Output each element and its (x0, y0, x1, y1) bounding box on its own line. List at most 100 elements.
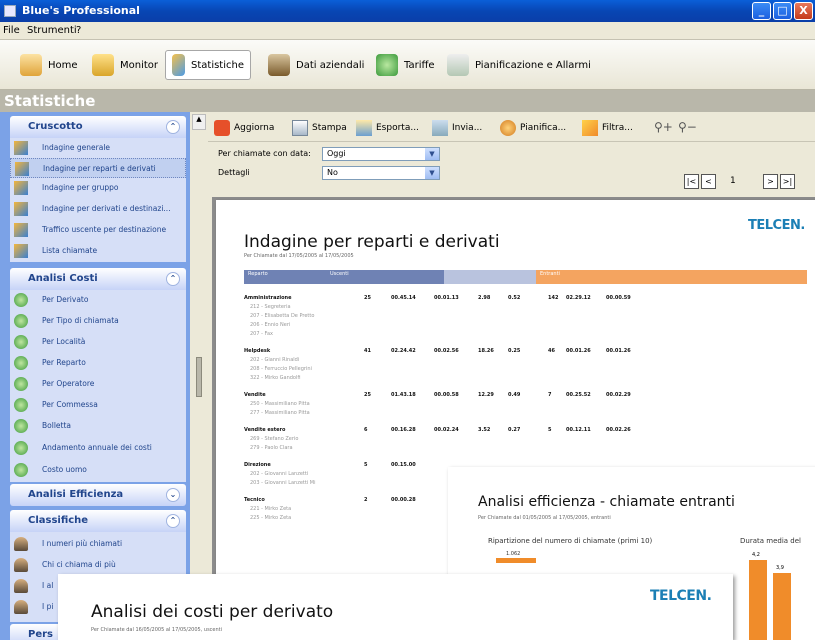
add-filter-icon[interactable]: ⚲+ (654, 120, 673, 134)
group-duration: 00.16.28 (391, 427, 416, 433)
col-reparto: Reparto (248, 271, 268, 277)
tariff-icon (376, 54, 398, 76)
col-uscenti: Uscenti (330, 271, 349, 277)
table-row: 322 - Mirko Gandolfi (250, 375, 301, 381)
panel-classifiche-header[interactable]: Classifiche ⌃ (10, 510, 186, 532)
esporta-button[interactable]: Esporta... (356, 119, 419, 137)
sidebar-item-per-localita[interactable]: Per Località (10, 332, 186, 352)
filter-chiamate-select[interactable]: Oggi ▼ (322, 147, 440, 161)
stampa-label: Stampa (312, 123, 347, 133)
filter-dettagli-select[interactable]: No ▼ (322, 166, 440, 180)
person-icon (14, 579, 28, 593)
table-row: 277 - Massimiliano Pitta (250, 410, 310, 416)
table-header-entranti: Entranti (536, 270, 807, 284)
group-name: Direzione (244, 462, 271, 468)
chart-bar (773, 573, 791, 640)
toolbar-monitor[interactable]: Monitor (86, 50, 164, 80)
sidebar-item-indagine-generale[interactable]: Indagine generale (10, 138, 186, 158)
group-duration: 00.45.14 (391, 295, 416, 301)
next-page-button[interactable]: > (763, 174, 778, 189)
window-title: Blue's Professional (22, 4, 140, 17)
group-in-duration: 00.01.26 (566, 348, 591, 354)
menu-file[interactable]: File (3, 25, 20, 36)
group-name: Helpdesk (244, 348, 271, 354)
group-duration: 00.00.28 (391, 497, 416, 503)
group-in-count: 46 (548, 348, 555, 354)
chevron-down-icon[interactable]: ▼ (425, 148, 439, 160)
group-count: 25 (364, 295, 371, 301)
aggiorna-button[interactable]: Aggiorna (214, 119, 274, 137)
toolbar-home[interactable]: Home (14, 50, 84, 80)
close-button[interactable]: X (794, 2, 813, 20)
sidebar-item-per-commessa[interactable]: Per Commessa (10, 395, 186, 415)
chevron-up-icon[interactable]: ⌃ (166, 120, 180, 134)
toolbar-pianificazione-label: Pianificazione e Allarmi (475, 59, 591, 71)
report3-subtitle: Per Chiamate dal 16/05/2005 al 17/05/200… (91, 627, 223, 633)
chevron-down-icon[interactable]: ⌄ (166, 488, 180, 502)
chevron-up-icon[interactable]: ⌃ (166, 272, 180, 286)
group-name: Tecnico (244, 497, 265, 503)
invia-button[interactable]: Invia... (432, 119, 482, 137)
sidebar-item-numeri-piu-chiamati[interactable]: I numeri più chiamati (10, 534, 186, 554)
sidebar-item-andamento-annuale[interactable]: Andamento annuale dei costi (10, 438, 186, 458)
sidebar-item-chi-ci-chiama[interactable]: Chi ci chiama di più (10, 555, 186, 575)
panel-cruscotto-header[interactable]: Cruscotto ⌃ (10, 116, 186, 138)
report-icon (14, 141, 28, 155)
menu-strumenti[interactable]: Strumenti (27, 25, 77, 36)
chevron-down-icon[interactable]: ▼ (425, 167, 439, 179)
report-icon (15, 162, 29, 176)
person-icon (14, 558, 28, 572)
sidebar-item-per-tipo-chiamata[interactable]: Per Tipo di chiamata (10, 311, 186, 331)
pianifica-button[interactable]: Pianifica... (500, 119, 566, 137)
group-in-avg: 00.02.26 (606, 427, 631, 433)
sidebar-item-per-reparto[interactable]: Per Reparto (10, 353, 186, 373)
sidebar-item-costo-uomo[interactable]: Costo uomo (10, 460, 186, 480)
sidebar-item-indagine-reparti[interactable]: Indagine per reparti e derivati (10, 158, 186, 178)
group-duration: 01.43.18 (391, 392, 416, 398)
table-row: 206 - Ennio Neri (250, 322, 291, 328)
scroll-up-icon[interactable]: ▲ (192, 114, 206, 130)
group-in-count: 142 (548, 295, 559, 301)
maximize-button[interactable]: □ (773, 2, 792, 20)
sidebar-item-indagine-gruppo[interactable]: Indagine per gruppo (10, 178, 186, 198)
group-in-avg: 00.00.59 (606, 295, 631, 301)
remove-filter-icon[interactable]: ⚲− (678, 120, 697, 134)
group-cost: 3.52 (478, 427, 491, 433)
group-avg-cost: 0.49 (508, 392, 521, 398)
panel-analisi-costi-header[interactable]: Analisi Costi ⌃ (10, 268, 186, 290)
panel-analisi-efficienza-header[interactable]: Analisi Efficienza ⌄ (10, 484, 186, 506)
sidebar-item-indagine-derivati[interactable]: Indagine per derivati e destinazi... (10, 199, 186, 219)
menu-help[interactable]: ? (76, 25, 81, 36)
esporta-label: Esporta... (376, 123, 419, 133)
report3-title: Analisi dei costi per derivato (91, 602, 334, 622)
sidebar-item-bolletta[interactable]: Bolletta (10, 416, 186, 436)
group-avg-cost: 0.25 (508, 348, 521, 354)
sidebar-item-lista-chiamate[interactable]: Lista chiamate (10, 241, 186, 261)
report-subtitle: Per Chiamate dal 17/05/2005 al 17/05/200… (244, 253, 354, 259)
stampa-button[interactable]: Stampa (292, 119, 347, 137)
filtra-button[interactable]: Filtra... (582, 119, 633, 137)
toolbar-statistiche[interactable]: Statistiche (165, 50, 251, 80)
menu-bar: File Strumenti ? (0, 22, 815, 40)
group-count: 5 (364, 462, 368, 468)
telcen-logo: TELCEN. (748, 218, 805, 233)
report-title: Indagine per reparti e derivati (244, 232, 500, 252)
toolbar-tariffe[interactable]: Tariffe (370, 50, 441, 80)
sidebar-item-traffico-uscente[interactable]: Traffico uscente per destinazione (10, 220, 186, 240)
toolbar-pianificazione[interactable]: Pianificazione e Allarmi (441, 50, 597, 80)
sidebar-item-per-operatore[interactable]: Per Operatore (10, 374, 186, 394)
sidebar-splitter[interactable]: ▲ (190, 112, 208, 640)
splitter-grip[interactable] (196, 357, 202, 397)
panel-analisi-costi-body: Per Derivato Per Tipo di chiamata Per Lo… (10, 290, 186, 482)
last-page-button[interactable]: >| (780, 174, 795, 189)
toolbar-dati-aziendali[interactable]: Dati aziendali (262, 50, 370, 80)
table-row: 207 - Elisabetta De Pretto (250, 313, 315, 319)
minimize-button[interactable]: _ (752, 2, 771, 20)
chart-left-first-value: 1.062 (506, 551, 521, 557)
chart-bar (749, 560, 767, 640)
first-page-button[interactable]: |< (684, 174, 699, 189)
chevron-up-icon[interactable]: ⌃ (166, 514, 180, 528)
group-cost: 18.26 (478, 348, 494, 354)
prev-page-button[interactable]: < (701, 174, 716, 189)
sidebar-item-per-derivato[interactable]: Per Derivato (10, 290, 186, 310)
